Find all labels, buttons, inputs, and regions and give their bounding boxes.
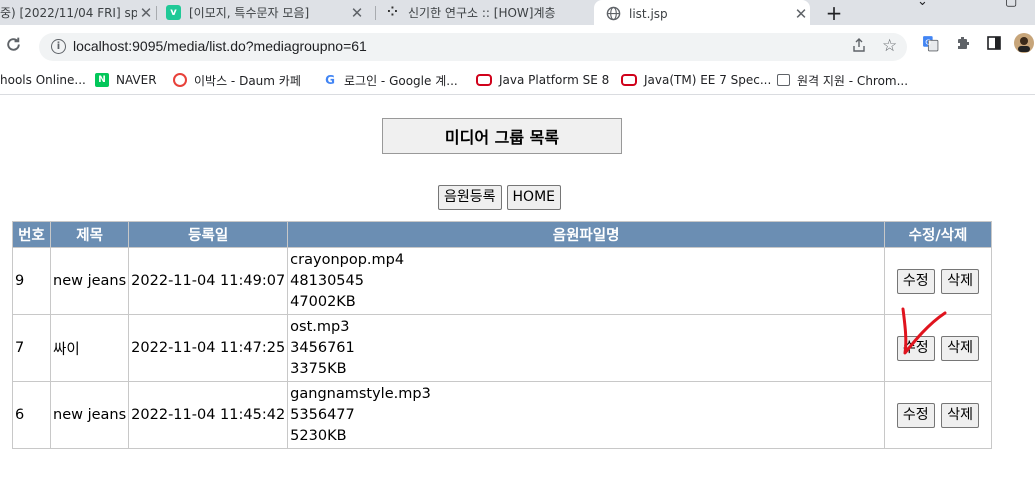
column-header-file: 음원파일명 [287, 221, 885, 248]
cell-actions: 수정 삭제 [884, 381, 992, 449]
cell-no: 7 [12, 314, 51, 382]
home-button[interactable]: HOME [506, 185, 562, 210]
delete-button[interactable]: 삭제 [941, 268, 980, 294]
edit-button[interactable]: 수정 [896, 268, 935, 294]
star-icon[interactable]: ☆ [882, 36, 897, 56]
reload-icon[interactable] [5, 36, 22, 58]
tab-strip: 중) [2022/11/04 FRI] sp ✕ v [이모지, 특수문자 모음… [0, 0, 1035, 27]
top-button-group: 음원등록 HOME [438, 185, 562, 210]
file-name: gangnamstyle.mp3 [290, 385, 431, 402]
media-list-table: 번호 제목 등록일 음원파일명 수정/삭제 9 new jeans 2022-1… [12, 221, 992, 449]
oracle-icon [621, 74, 637, 86]
tab-title: 신기한 연구소 :: [HOW]계층 [408, 6, 556, 20]
new-tab-button[interactable]: + [822, 0, 846, 25]
google-icon: G [323, 73, 337, 87]
cell-actions: 수정 삭제 [884, 314, 992, 382]
svg-text:G: G [925, 38, 931, 47]
bookmark-item[interactable]: 원격 지원 - Chrom... [777, 71, 908, 89]
close-icon[interactable]: ✕ [792, 5, 810, 23]
share-icon[interactable] [851, 37, 867, 57]
extensions-icon[interactable] [955, 35, 971, 55]
file-size-kb: 5230KB [290, 427, 347, 444]
bookmark-label: 이박스 - Daum 카페 [194, 73, 301, 88]
cell-file: gangnamstyle.mp3 5356477 5230KB [287, 381, 885, 449]
avatar[interactable] [1014, 33, 1034, 57]
tab-active[interactable]: list.jsp ✕ [594, 0, 810, 27]
bookmark-label: 원격 지원 - Chrom... [797, 73, 909, 88]
tab-search-icon[interactable]: ⌄ [917, 0, 928, 14]
v-logo-icon: v [166, 5, 181, 20]
cell-no: 9 [12, 247, 51, 315]
tab-separator [375, 6, 376, 20]
table-header-row: 번호 제목 등록일 음원파일명 수정/삭제 [12, 221, 992, 248]
file-size-kb: 47002KB [290, 293, 356, 310]
page-title: 미디어 그룹 목록 [382, 118, 622, 154]
translate-icon[interactable]: G [922, 35, 939, 56]
bookmarks-bar: hools Online... N NAVER 이박스 - Daum 카페 G … [0, 66, 1035, 95]
bookmark-label: hools Online... [0, 73, 86, 87]
close-icon[interactable]: ✕ [137, 4, 155, 22]
column-header-no: 번호 [12, 221, 51, 248]
delete-button[interactable]: 삭제 [941, 335, 980, 361]
tab-separator [156, 6, 157, 20]
file-name: crayonpop.mp4 [290, 251, 405, 268]
bookmark-item[interactable]: hools Online... [0, 71, 86, 89]
naver-icon: N [95, 73, 109, 87]
cell-date: 2022-11-04 11:45:42 [128, 381, 289, 449]
register-audio-button[interactable]: 음원등록 [438, 185, 502, 210]
file-size-bytes: 5356477 [290, 406, 355, 423]
tab-2[interactable]: v [이모지, 특수문자 모음] ✕ [166, 0, 366, 25]
edit-button[interactable]: 수정 [896, 335, 935, 361]
cell-date: 2022-11-04 11:49:07 [128, 247, 289, 315]
tab-1[interactable]: 중) [2022/11/04 FRI] sp ✕ [0, 0, 155, 25]
file-size-kb: 3375KB [290, 360, 347, 377]
tab-title: [이모지, 특수문자 모음] [189, 6, 310, 20]
cell-date: 2022-11-04 11:47:25 [128, 314, 289, 382]
bookmark-item[interactable]: G 로그인 - Google 계... [323, 71, 458, 89]
daum-cafe-icon [173, 73, 187, 87]
globe-icon [606, 6, 621, 21]
column-header-actions: 수정/삭제 [884, 221, 992, 248]
url-text[interactable]: localhost:9095/media/list.do?mediagroupn… [73, 38, 367, 54]
bookmark-label: 로그인 - Google 계... [344, 73, 458, 88]
close-icon[interactable]: ✕ [348, 4, 366, 22]
tab-title: 중) [2022/11/04 FRI] sp [0, 6, 137, 20]
table-row: 7 싸이 2022-11-04 11:47:25 ost.mp3 3456761… [12, 314, 992, 382]
bookmark-label: NAVER [116, 73, 157, 87]
minimize-icon[interactable]: — [960, 0, 973, 12]
cell-title: new jeans [49, 247, 130, 315]
remote-desktop-icon [777, 74, 790, 86]
edit-button[interactable]: 수정 [896, 402, 935, 428]
file-name: ost.mp3 [290, 318, 350, 335]
cell-no: 6 [12, 381, 51, 449]
bookmark-item[interactable]: 이박스 - Daum 카페 [173, 71, 301, 89]
delete-button[interactable]: 삭제 [941, 402, 980, 428]
bookmark-label: Java Platform SE 8 [499, 73, 610, 87]
column-header-title: 제목 [49, 221, 130, 248]
bookmark-label: Java(TM) EE 7 Spec... [644, 73, 772, 87]
cell-file: crayonpop.mp4 48130545 47002KB [287, 247, 885, 315]
bookmark-item[interactable]: Java Platform SE 8 [476, 71, 609, 89]
side-panel-icon[interactable] [986, 35, 1002, 55]
bookmark-item[interactable]: Java(TM) EE 7 Spec... [621, 71, 771, 89]
oracle-icon [476, 74, 492, 86]
info-icon[interactable]: i [51, 39, 66, 54]
cell-file: ost.mp3 3456761 3375KB [287, 314, 885, 382]
address-bar[interactable]: i localhost:9095/media/list.do?mediagrou… [39, 33, 907, 61]
column-header-date: 등록일 [128, 221, 289, 248]
browser-toolbar: i localhost:9095/media/list.do?mediagrou… [0, 27, 1035, 66]
cell-title: 싸이 [49, 314, 130, 382]
maximize-icon[interactable]: ▢ [1005, 0, 1017, 14]
file-size-bytes: 3456761 [290, 339, 355, 356]
cell-title: new jeans [49, 381, 130, 449]
tistory-icon: ⁘ [387, 5, 398, 20]
cell-actions: 수정 삭제 [884, 247, 992, 315]
bookmark-item[interactable]: N NAVER [95, 71, 157, 89]
table-row: 6 new jeans 2022-11-04 11:45:42 gangnams… [12, 381, 992, 449]
tab-3[interactable]: ⁘ 신기한 연구소 :: [HOW]계층 [385, 0, 585, 25]
tab-title: list.jsp [629, 6, 668, 21]
file-size-bytes: 48130545 [290, 272, 364, 289]
table-row: 9 new jeans 2022-11-04 11:49:07 crayonpo… [12, 247, 992, 315]
